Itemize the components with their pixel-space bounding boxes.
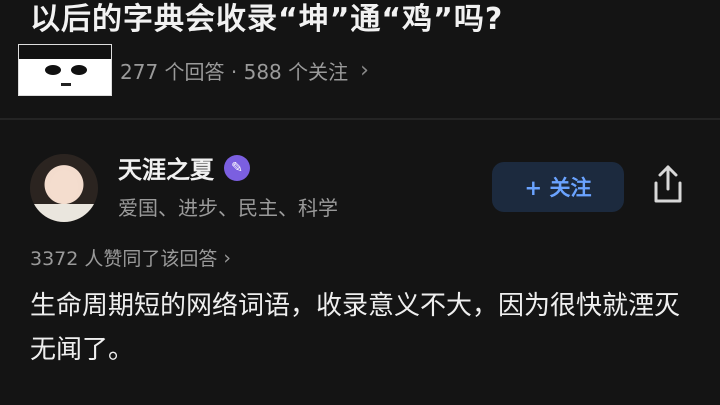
answer-body[interactable]: 生命周期短的网络词语，收录意义不大，因为很快就湮灭无闻了。 (30, 284, 690, 372)
question-meta[interactable]: 277 个回答 · 588 个关注 › (18, 44, 369, 96)
answer-follow-count: 277 个回答 · 588 个关注 (120, 59, 349, 84)
author-avatar[interactable] (30, 154, 98, 222)
author-name-row[interactable]: 天涯之夏 ✎ (118, 150, 250, 185)
chevron-right-icon: › (223, 246, 232, 269)
chevron-right-icon: › (360, 57, 369, 83)
author-tags: 爱国、进步、民主、科学 (118, 196, 338, 220)
author-name[interactable]: 天涯之夏 (118, 150, 214, 185)
follow-button[interactable]: + 关注 (492, 162, 624, 212)
share-icon[interactable] (648, 163, 688, 207)
verified-badge-icon: ✎ (224, 154, 250, 181)
vote-count[interactable]: 3372 人赞同了该回答 › (30, 244, 231, 271)
section-divider (0, 118, 720, 120)
question-title[interactable]: 以后的字典会收录“坤”通“鸡”吗? (30, 0, 503, 38)
asker-avatar[interactable] (18, 44, 112, 96)
